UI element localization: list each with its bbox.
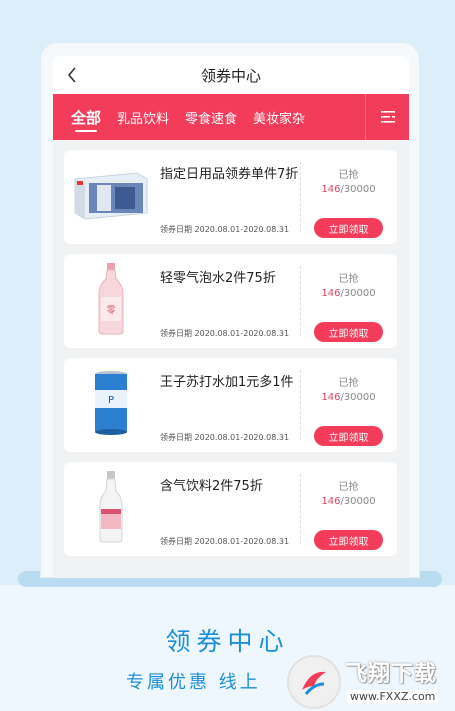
watermark-url: www.FXXZ.com bbox=[347, 690, 439, 703]
bottle-icon: 零 bbox=[96, 263, 126, 339]
grabbed-label: 已抢 bbox=[338, 170, 359, 181]
svg-text:零: 零 bbox=[106, 305, 115, 316]
coupon-card: 含气饮料2件75折 领券日期 2020.08.01-2020.08.31 已抢 … bbox=[64, 462, 397, 556]
total-number: /30000 bbox=[340, 392, 376, 403]
claim-button[interactable]: 立即领取 bbox=[314, 218, 383, 238]
total-number: /30000 bbox=[340, 496, 376, 507]
toy-box-icon bbox=[71, 165, 151, 229]
watermark-name: 飞翔下载 bbox=[345, 662, 438, 687]
claimed-number: 146 bbox=[321, 392, 341, 403]
tab-snacks[interactable]: 零食速食 bbox=[185, 94, 237, 140]
back-arrow-icon[interactable] bbox=[67, 66, 83, 84]
site-watermark: 飞翔下载 www.FXXZ.com bbox=[287, 652, 455, 711]
category-tab-bar: 全部 乳品饮料 零食速食 美妆家杂 bbox=[53, 94, 409, 140]
coupon-date: 领券日期 2020.08.01-2020.08.31 bbox=[160, 433, 290, 442]
total-number: /30000 bbox=[340, 184, 376, 195]
coupon-card: 零 轻零气泡水2件75折 领券日期 2020.08.01-2020.08.31 … bbox=[64, 254, 397, 348]
coupon-name: 指定日用品领券单件7折 bbox=[160, 167, 299, 182]
svg-text:P: P bbox=[108, 395, 114, 406]
claimed-number: 146 bbox=[321, 288, 341, 299]
claimed-number: 146 bbox=[321, 496, 341, 507]
claim-count: 146/30000 bbox=[300, 496, 397, 507]
product-image: P bbox=[70, 366, 152, 444]
coupon-name: 含气饮料2件75折 bbox=[160, 479, 263, 494]
coupon-name: 轻零气泡水2件75折 bbox=[160, 271, 276, 286]
coupon-name: 王子苏打水加1元多1件 bbox=[160, 375, 294, 390]
product-image: 零 bbox=[70, 262, 152, 340]
bottle-icon bbox=[96, 471, 126, 547]
tab-dairy-drinks[interactable]: 乳品饮料 bbox=[117, 94, 169, 140]
claim-count: 146/30000 bbox=[300, 288, 397, 299]
grabbed-label: 已抢 bbox=[338, 378, 359, 389]
tab-beauty-home[interactable]: 美妆家杂 bbox=[253, 94, 305, 140]
tab-all[interactable]: 全部 bbox=[71, 94, 101, 140]
promo-subtitle: 专属优惠 线上 bbox=[126, 672, 261, 693]
claim-count: 146/30000 bbox=[300, 392, 397, 403]
category-menu-button[interactable] bbox=[365, 94, 409, 140]
coupon-date: 领券日期 2020.08.01-2020.08.31 bbox=[160, 225, 290, 234]
list-menu-icon bbox=[380, 108, 395, 127]
grabbed-label: 已抢 bbox=[338, 482, 359, 493]
claimed-number: 146 bbox=[321, 184, 341, 195]
grabbed-label: 已抢 bbox=[338, 274, 359, 285]
claim-button[interactable]: 立即领取 bbox=[314, 322, 383, 342]
app-screen: 领券中心 全部 乳品饮料 零食速食 美妆家杂 指定日用品领券单件7折 领券日期 … bbox=[53, 56, 409, 578]
coupon-card: P 王子苏打水加1元多1件 领券日期 2020.08.01-2020.08.31… bbox=[64, 358, 397, 452]
total-number: /30000 bbox=[340, 288, 376, 299]
coupon-date: 领券日期 2020.08.01-2020.08.31 bbox=[160, 329, 290, 338]
claim-count: 146/30000 bbox=[300, 184, 397, 195]
claim-button[interactable]: 立即领取 bbox=[314, 426, 383, 446]
coupon-card: 指定日用品领券单件7折 领券日期 2020.08.01-2020.08.31 已… bbox=[64, 150, 397, 244]
top-nav-bar: 领券中心 bbox=[53, 56, 409, 94]
product-image bbox=[70, 158, 152, 236]
claim-button[interactable]: 立即领取 bbox=[314, 530, 383, 550]
page-title: 领券中心 bbox=[200, 66, 261, 85]
watermark-logo-icon bbox=[287, 655, 341, 709]
coupon-date: 领券日期 2020.08.01-2020.08.31 bbox=[160, 537, 290, 546]
product-image bbox=[70, 470, 152, 548]
can-icon: P bbox=[92, 370, 130, 440]
